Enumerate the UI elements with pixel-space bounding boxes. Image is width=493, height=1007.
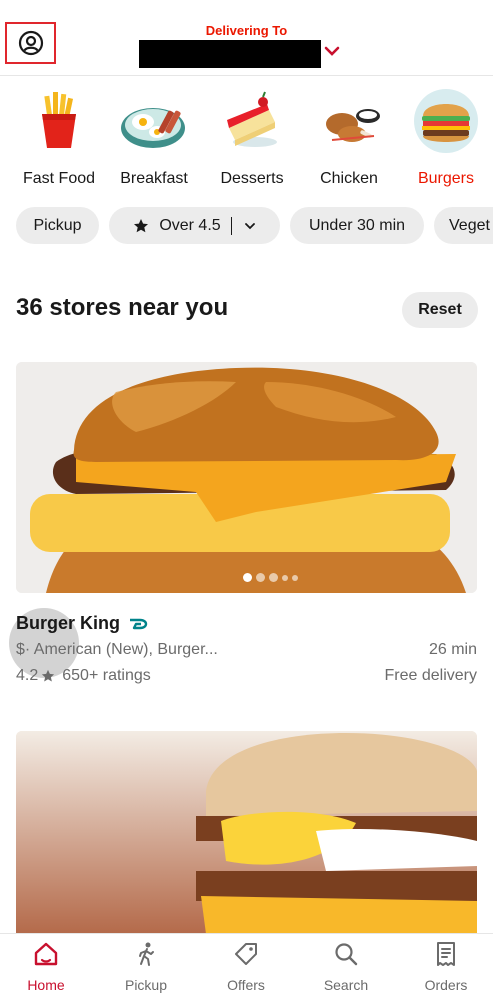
category-desserts[interactable]: Desserts [206, 88, 298, 188]
bottom-navigation: Home Pickup Offers Search Orders [0, 933, 493, 1007]
home-icon [34, 942, 58, 966]
receipt-icon [437, 942, 455, 966]
category-label: Desserts [220, 170, 284, 187]
walking-person-icon [139, 942, 154, 966]
chevron-down-icon [244, 222, 255, 229]
filter-rating[interactable]: Over 4.5 [109, 207, 280, 244]
category-burgers[interactable]: Burgers [400, 88, 492, 188]
carousel-dot [282, 575, 288, 581]
breakfast-sandwich-image [16, 731, 477, 934]
search-icon [335, 943, 358, 966]
category-carousel: Fast Food Breakfast Desserts Chicken Bur… [0, 88, 493, 198]
star-icon [42, 669, 55, 682]
store-cuisine: $· American (New), Burger... [16, 641, 218, 658]
carousel-dots [243, 573, 298, 582]
chip-label: Under 30 min [308, 216, 406, 234]
tag-icon [235, 943, 257, 965]
store-rating: 4.2 650+ ratings [16, 667, 151, 685]
chip-divider [230, 216, 232, 235]
nav-label: Orders [424, 977, 468, 993]
reset-button[interactable]: Reset [402, 292, 478, 328]
filter-under-30-min[interactable]: Under 30 min [290, 207, 424, 244]
chip-label: Over 4.5 [159, 216, 221, 234]
stores-count-heading: 36 stores near you [16, 294, 229, 321]
nav-label: Home [27, 977, 65, 993]
carousel-dot [243, 573, 252, 582]
nav-home[interactable]: Home [0, 940, 92, 993]
filter-chip-row: Pickup Over 4.5 Under 30 min Veget [0, 207, 493, 245]
filter-pickup[interactable]: Pickup [16, 207, 99, 244]
rating-value: 4.2 [16, 667, 39, 684]
category-label: Breakfast [120, 170, 188, 187]
category-label: Fast Food [22, 170, 96, 187]
store-image-carousel[interactable] [16, 731, 477, 934]
category-breakfast[interactable]: Breakfast [108, 88, 200, 188]
chip-label: Veget [449, 216, 490, 234]
star-icon [134, 218, 149, 232]
top-header: Delivering To [0, 0, 493, 76]
fried-chicken-icon [326, 109, 380, 142]
ratings-count: 650+ ratings [62, 667, 151, 684]
breakfast-plate-icon [121, 108, 185, 148]
nav-offers[interactable]: Offers [200, 940, 292, 993]
carousel-dot [269, 573, 278, 582]
category-label: Chicken [320, 170, 378, 187]
delivery-address-redacted[interactable] [139, 40, 321, 68]
croissant-sandwich-image [16, 362, 477, 593]
nav-label: Search [323, 977, 369, 993]
carousel-dot [292, 575, 298, 581]
burger-icon [414, 89, 478, 153]
nav-search[interactable]: Search [300, 940, 392, 993]
store-name-text: Burger King [16, 613, 121, 633]
nav-pickup[interactable]: Pickup [100, 940, 192, 993]
store-delivery-fee: Free delivery [384, 667, 477, 684]
store-delivery-time: 26 min [428, 641, 477, 658]
nav-label: Pickup [124, 977, 168, 993]
store-name[interactable]: Burger King [16, 613, 148, 634]
nav-orders[interactable]: Orders [400, 940, 492, 993]
filter-vegetarian[interactable]: Veget [434, 207, 493, 244]
fries-icon [42, 92, 76, 148]
category-chicken[interactable]: Chicken [303, 88, 395, 188]
carousel-dot [256, 573, 265, 582]
chevron-down-icon[interactable] [323, 44, 341, 60]
cake-slice-icon [227, 91, 277, 147]
delivering-to-label: Delivering To [205, 23, 288, 38]
chip-label: Pickup [33, 216, 82, 234]
category-label: Burgers [417, 170, 475, 187]
store-image-carousel[interactable] [16, 362, 477, 593]
dashpass-icon [130, 618, 148, 629]
category-fast-food[interactable]: Fast Food [13, 88, 105, 188]
nav-label: Offers [227, 977, 265, 993]
